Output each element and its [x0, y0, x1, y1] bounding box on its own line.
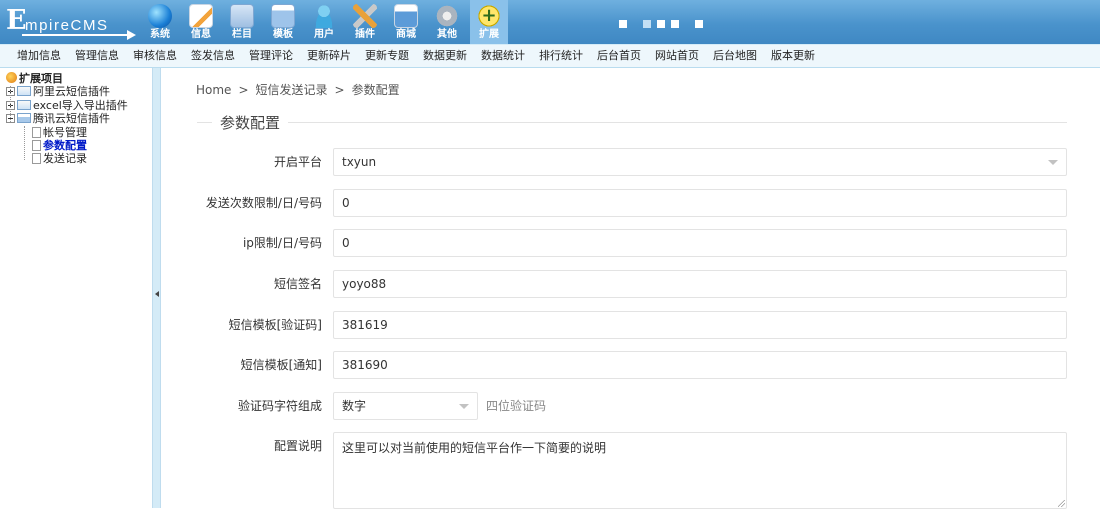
submenu-item[interactable]: 后台首页: [590, 44, 648, 68]
nav-user[interactable]: 用户: [306, 0, 342, 44]
platform-label: 开启平台: [273, 155, 322, 169]
submenu-item[interactable]: 数据更新: [416, 44, 474, 68]
sidebar-toggle-bar[interactable]: [152, 68, 161, 508]
header-indicator-dots: [619, 20, 703, 28]
signature-label: 短信签名: [273, 277, 322, 291]
shop-card-icon: [394, 4, 418, 28]
submenu-item[interactable]: 更新专题: [358, 44, 416, 68]
nav-plugin[interactable]: 插件: [347, 0, 383, 44]
tree-guide-line: [24, 126, 25, 160]
platform-select[interactable]: txyun: [333, 148, 1067, 176]
form-row-platform: 开启平台 txyun: [161, 148, 1100, 176]
section-divider: 参数配置: [197, 112, 1067, 133]
code-chars-label: 验证码字符组成: [237, 399, 322, 413]
submenu-item[interactable]: 网站首页: [648, 44, 706, 68]
gear-icon: [435, 4, 459, 28]
page-icon: [32, 153, 41, 165]
submenu-item[interactable]: 后台地图: [706, 44, 764, 68]
breadcrumb-sms-log[interactable]: 短信发送记录: [256, 83, 328, 97]
description-label: 配置说明: [273, 439, 322, 453]
template-notice-label: 短信模板[通知]: [240, 358, 322, 372]
quick-menu-bar: 增加信息 管理信息 审核信息 签发信息 管理评论 更新碎片 更新专题 数据更新 …: [0, 44, 1100, 68]
top-header: E mpireCMS 系统 信息 栏目 模板 用户 插件 商城 其他 + 扩展: [0, 0, 1100, 44]
plus-circle-icon: [477, 4, 501, 28]
submenu-item[interactable]: 数据统计: [474, 44, 532, 68]
description-textarea[interactable]: 这里可以对当前使用的短信平台作一下简要的说明: [333, 432, 1067, 509]
page-icon: [32, 139, 41, 151]
submenu-item[interactable]: 管理评论: [242, 44, 300, 68]
breadcrumb-home[interactable]: Home: [196, 83, 231, 97]
submenu-item[interactable]: 签发信息: [184, 44, 242, 68]
extend-root-icon: [6, 72, 17, 83]
resize-grip-icon[interactable]: [1058, 500, 1065, 507]
empirecms-logo[interactable]: E mpireCMS: [6, 6, 136, 40]
tree-leaf-account[interactable]: 帐号管理: [0, 126, 152, 139]
top-nav: 系统 信息 栏目 模板 用户 插件 商城 其他 + 扩展: [142, 0, 513, 44]
send-limit-label: 发送次数限制/日/号码: [205, 196, 322, 210]
nav-system[interactable]: 系统: [142, 0, 178, 44]
tree-leaf-params[interactable]: 参数配置: [0, 139, 152, 152]
nav-other[interactable]: 其他: [429, 0, 465, 44]
nav-column[interactable]: 栏目: [224, 0, 260, 44]
template-verify-label: 短信模板[验证码]: [228, 318, 322, 332]
tools-icon: [353, 4, 377, 28]
submenu-item[interactable]: 更新碎片: [300, 44, 358, 68]
form-row-code-chars: 验证码字符组成 数字 四位验证码: [161, 392, 1100, 420]
nav-extend[interactable]: 扩展: [470, 0, 508, 44]
tree-node-excel-plugin[interactable]: excel导入导出插件: [0, 99, 152, 112]
tree-node-tencent-sms[interactable]: 腾讯云短信插件: [0, 112, 152, 125]
folder-icon: [17, 86, 31, 97]
form-row-template-notice: 短信模板[通知] 381690: [161, 351, 1100, 379]
template-window-icon: [271, 4, 295, 28]
nav-shop[interactable]: 商城: [388, 0, 424, 44]
send-limit-input[interactable]: 0: [333, 189, 1067, 217]
tree-node-aliyun-sms[interactable]: 阿里云短信插件: [0, 85, 152, 98]
nav-template[interactable]: 模板: [265, 0, 301, 44]
breadcrumb: Home > 短信发送记录 > 参数配置: [196, 83, 400, 97]
tree-root[interactable]: 扩展项目: [0, 72, 152, 85]
form-row-send-limit: 发送次数限制/日/号码 0: [161, 189, 1100, 217]
breadcrumb-current: 参数配置: [351, 83, 400, 97]
folder-icon: [230, 4, 254, 28]
submenu-item[interactable]: 管理信息: [68, 44, 126, 68]
tree-leaf-send-log[interactable]: 发送记录: [0, 152, 152, 165]
form-row-description: 配置说明 这里可以对当前使用的短信平台作一下简要的说明: [161, 432, 1100, 509]
globe-icon: [148, 4, 172, 28]
template-verify-input[interactable]: 381619: [333, 311, 1067, 339]
dropdown-caret-icon: [1048, 160, 1058, 165]
section-title: 参数配置: [212, 112, 289, 133]
submenu-item[interactable]: 排行统计: [532, 44, 590, 68]
user-icon: [312, 4, 336, 28]
page-icon: [32, 126, 41, 138]
collapse-arrow-icon: [155, 291, 159, 297]
signature-input[interactable]: yoyo88: [333, 270, 1067, 298]
code-chars-select[interactable]: 数字: [333, 392, 478, 420]
submenu-item[interactable]: 审核信息: [126, 44, 184, 68]
dropdown-caret-icon: [459, 404, 469, 409]
form-row-signature: 短信签名 yoyo88: [161, 270, 1100, 298]
form-row-ip-limit: ip限制/日/号码 0: [161, 229, 1100, 257]
tree-guide-line: [10, 86, 11, 122]
submenu-item[interactable]: 版本更新: [764, 44, 822, 68]
sidebar-tree: 扩展项目 阿里云短信插件 excel导入导出插件 腾讯云短信插件 帐号管理 参数…: [0, 68, 152, 508]
main-content: Home > 短信发送记录 > 参数配置 参数配置 开启平台 txyun 发送次数限制/…: [161, 68, 1100, 509]
nav-info[interactable]: 信息: [183, 0, 219, 44]
form-row-template-verify: 短信模板[验证码] 381619: [161, 311, 1100, 339]
edit-document-icon: [189, 4, 213, 28]
submenu-item[interactable]: 增加信息: [10, 44, 68, 68]
folder-icon: [17, 99, 31, 110]
template-notice-input[interactable]: 381690: [333, 351, 1067, 379]
folder-open-icon: [17, 113, 31, 124]
ip-limit-label: ip限制/日/号码: [242, 236, 322, 250]
code-chars-hint: 四位验证码: [486, 399, 547, 413]
ip-limit-input[interactable]: 0: [333, 229, 1067, 257]
